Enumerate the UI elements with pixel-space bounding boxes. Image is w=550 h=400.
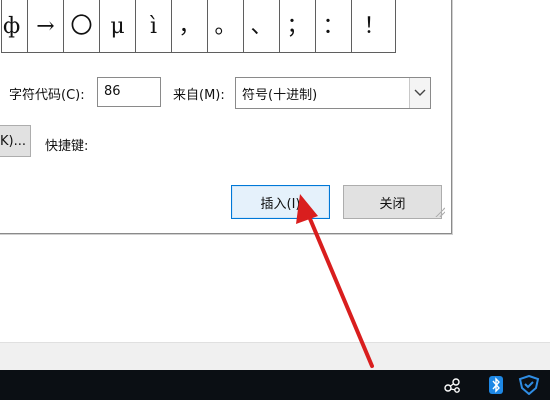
symbol-cell[interactable]: 。 — [208, 0, 244, 52]
symbol-dialog: ф → 〇 μ ì ， 。 、 ； ： ！ 字符代码(C): 86 来自(M):… — [0, 0, 452, 234]
symbol-grid: ф → 〇 μ ì ， 。 、 ； ： ！ — [1, 0, 396, 53]
from-select[interactable]: 符号(十进制) — [235, 77, 431, 109]
symbol-cell[interactable]: μ — [100, 0, 136, 52]
shortcut-key-button[interactable]: K)... — [0, 125, 31, 157]
symbol-cell[interactable]: 、 — [244, 0, 280, 52]
symbol-cell[interactable]: ì — [136, 0, 172, 52]
symbol-cell[interactable]: ： — [316, 0, 352, 52]
symbol-cell[interactable]: ， — [172, 0, 208, 52]
from-label: 来自(M): — [173, 88, 225, 103]
symbol-cell[interactable]: → — [28, 0, 64, 52]
security-shield-icon[interactable] — [518, 374, 540, 396]
symbol-cell[interactable]: ； — [280, 0, 316, 52]
network-icon[interactable] — [442, 375, 462, 395]
symbol-cell[interactable]: 〇 — [64, 0, 100, 52]
status-strip — [0, 342, 550, 371]
from-select-value: 符号(十进制) — [242, 88, 318, 103]
bluetooth-icon[interactable] — [486, 375, 506, 395]
symbol-cell[interactable]: ！ — [352, 0, 397, 52]
chevron-down-icon[interactable] — [409, 78, 430, 108]
char-code-label: 字符代码(C): — [9, 88, 85, 103]
insert-button[interactable]: 插入(I) — [231, 185, 330, 219]
symbol-cell[interactable]: ф — [2, 0, 28, 52]
close-button[interactable]: 关闭 — [343, 185, 442, 219]
char-code-input[interactable]: 86 — [97, 77, 161, 107]
resize-grip[interactable] — [435, 207, 445, 217]
shortcut-key-label: 快捷键: — [45, 139, 89, 154]
taskbar — [0, 370, 550, 400]
